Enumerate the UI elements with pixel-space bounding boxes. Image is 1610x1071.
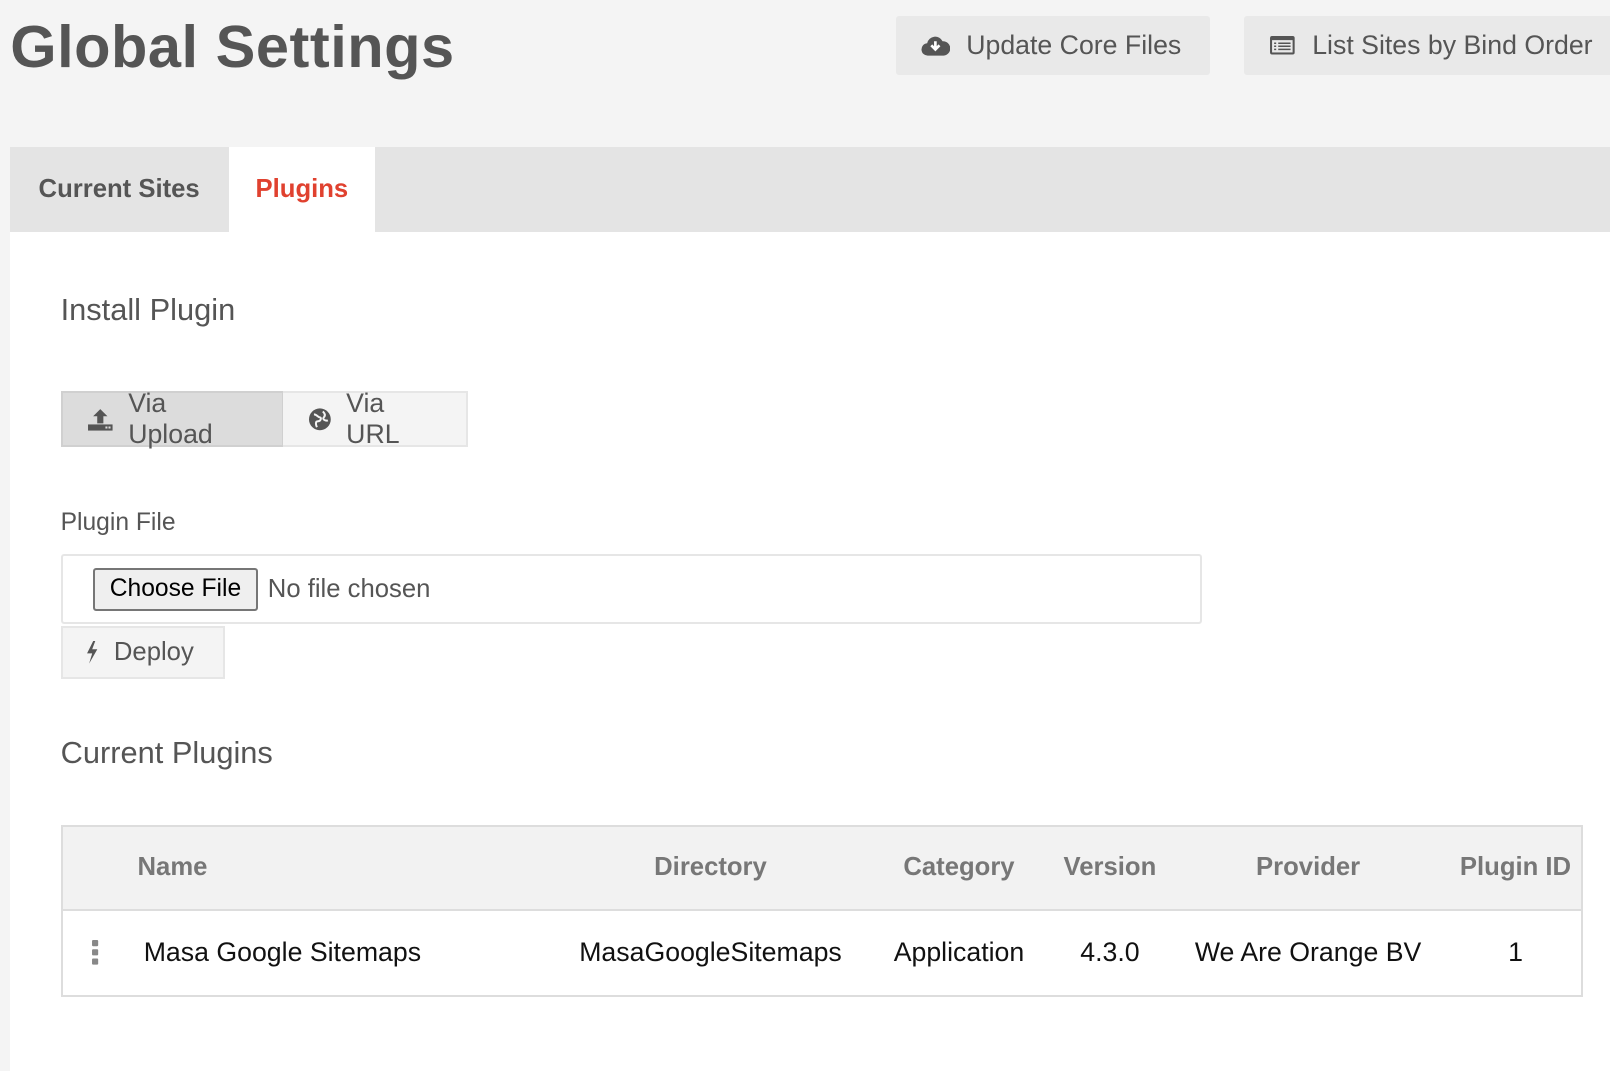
via-upload-button[interactable]: Via Upload bbox=[60, 388, 285, 449]
install-plugin-heading: Install Plugin bbox=[60, 291, 236, 327]
update-core-files-button[interactable]: Update Core Files bbox=[896, 16, 1210, 75]
globe-icon bbox=[309, 408, 331, 430]
col-provider[interactable]: Provider bbox=[1256, 853, 1360, 882]
via-url-button[interactable]: Via URL bbox=[283, 388, 469, 449]
file-status: No file chosen bbox=[267, 574, 431, 603]
plugin-version: 4.3.0 bbox=[1080, 937, 1140, 968]
tab-current-sites[interactable]: Current Sites bbox=[10, 147, 228, 232]
via-url-label: Via URL bbox=[346, 387, 400, 449]
plugin-name: Masa Google Sitemaps bbox=[143, 937, 422, 968]
col-category[interactable]: Category bbox=[903, 853, 1014, 882]
plugin-provider: We Are Orange BV bbox=[1194, 937, 1422, 968]
list-sites-by-bind-order-button[interactable]: List Sites by Bind Order bbox=[1244, 16, 1610, 75]
col-version[interactable]: Version bbox=[1064, 853, 1157, 882]
tab-bar: Current Sites Plugins bbox=[10, 146, 1610, 233]
col-plugin-id[interactable]: Plugin ID bbox=[1460, 853, 1571, 882]
plugins-table: Name Directory Category Version Provider… bbox=[60, 824, 1584, 997]
bolt-icon bbox=[87, 641, 98, 664]
table-row[interactable]: Masa Google Sitemaps MasaGoogleSitemaps … bbox=[63, 911, 1582, 995]
current-plugins-heading: Current Plugins bbox=[60, 735, 273, 771]
plugin-file-input[interactable]: Choose File No file chosen bbox=[60, 554, 1203, 625]
via-upload-label: Via Upload bbox=[128, 387, 213, 449]
list-icon bbox=[1270, 36, 1295, 55]
table-header: Name Directory Category Version Provider… bbox=[62, 826, 1582, 911]
deploy-label: Deploy bbox=[113, 638, 194, 667]
plugin-id: 1 bbox=[1508, 937, 1523, 968]
cloud-download-icon bbox=[921, 37, 950, 56]
upload-icon bbox=[88, 408, 113, 431]
col-name[interactable]: Name bbox=[138, 853, 208, 882]
kebab-menu-icon[interactable] bbox=[91, 939, 99, 966]
page-title: Global Settings bbox=[10, 13, 455, 81]
col-directory[interactable]: Directory bbox=[654, 853, 767, 882]
tab-plugins[interactable]: Plugins bbox=[228, 146, 375, 233]
plugin-category: Application bbox=[893, 937, 1025, 968]
plugin-directory: MasaGoogleSitemaps bbox=[579, 937, 842, 968]
choose-file-button[interactable]: Choose File bbox=[93, 568, 258, 611]
plugin-file-label: Plugin File bbox=[60, 509, 176, 537]
update-core-files-label: Update Core Files bbox=[966, 30, 1182, 61]
deploy-button[interactable]: Deploy bbox=[60, 626, 225, 679]
list-sites-label: List Sites by Bind Order bbox=[1312, 30, 1593, 61]
